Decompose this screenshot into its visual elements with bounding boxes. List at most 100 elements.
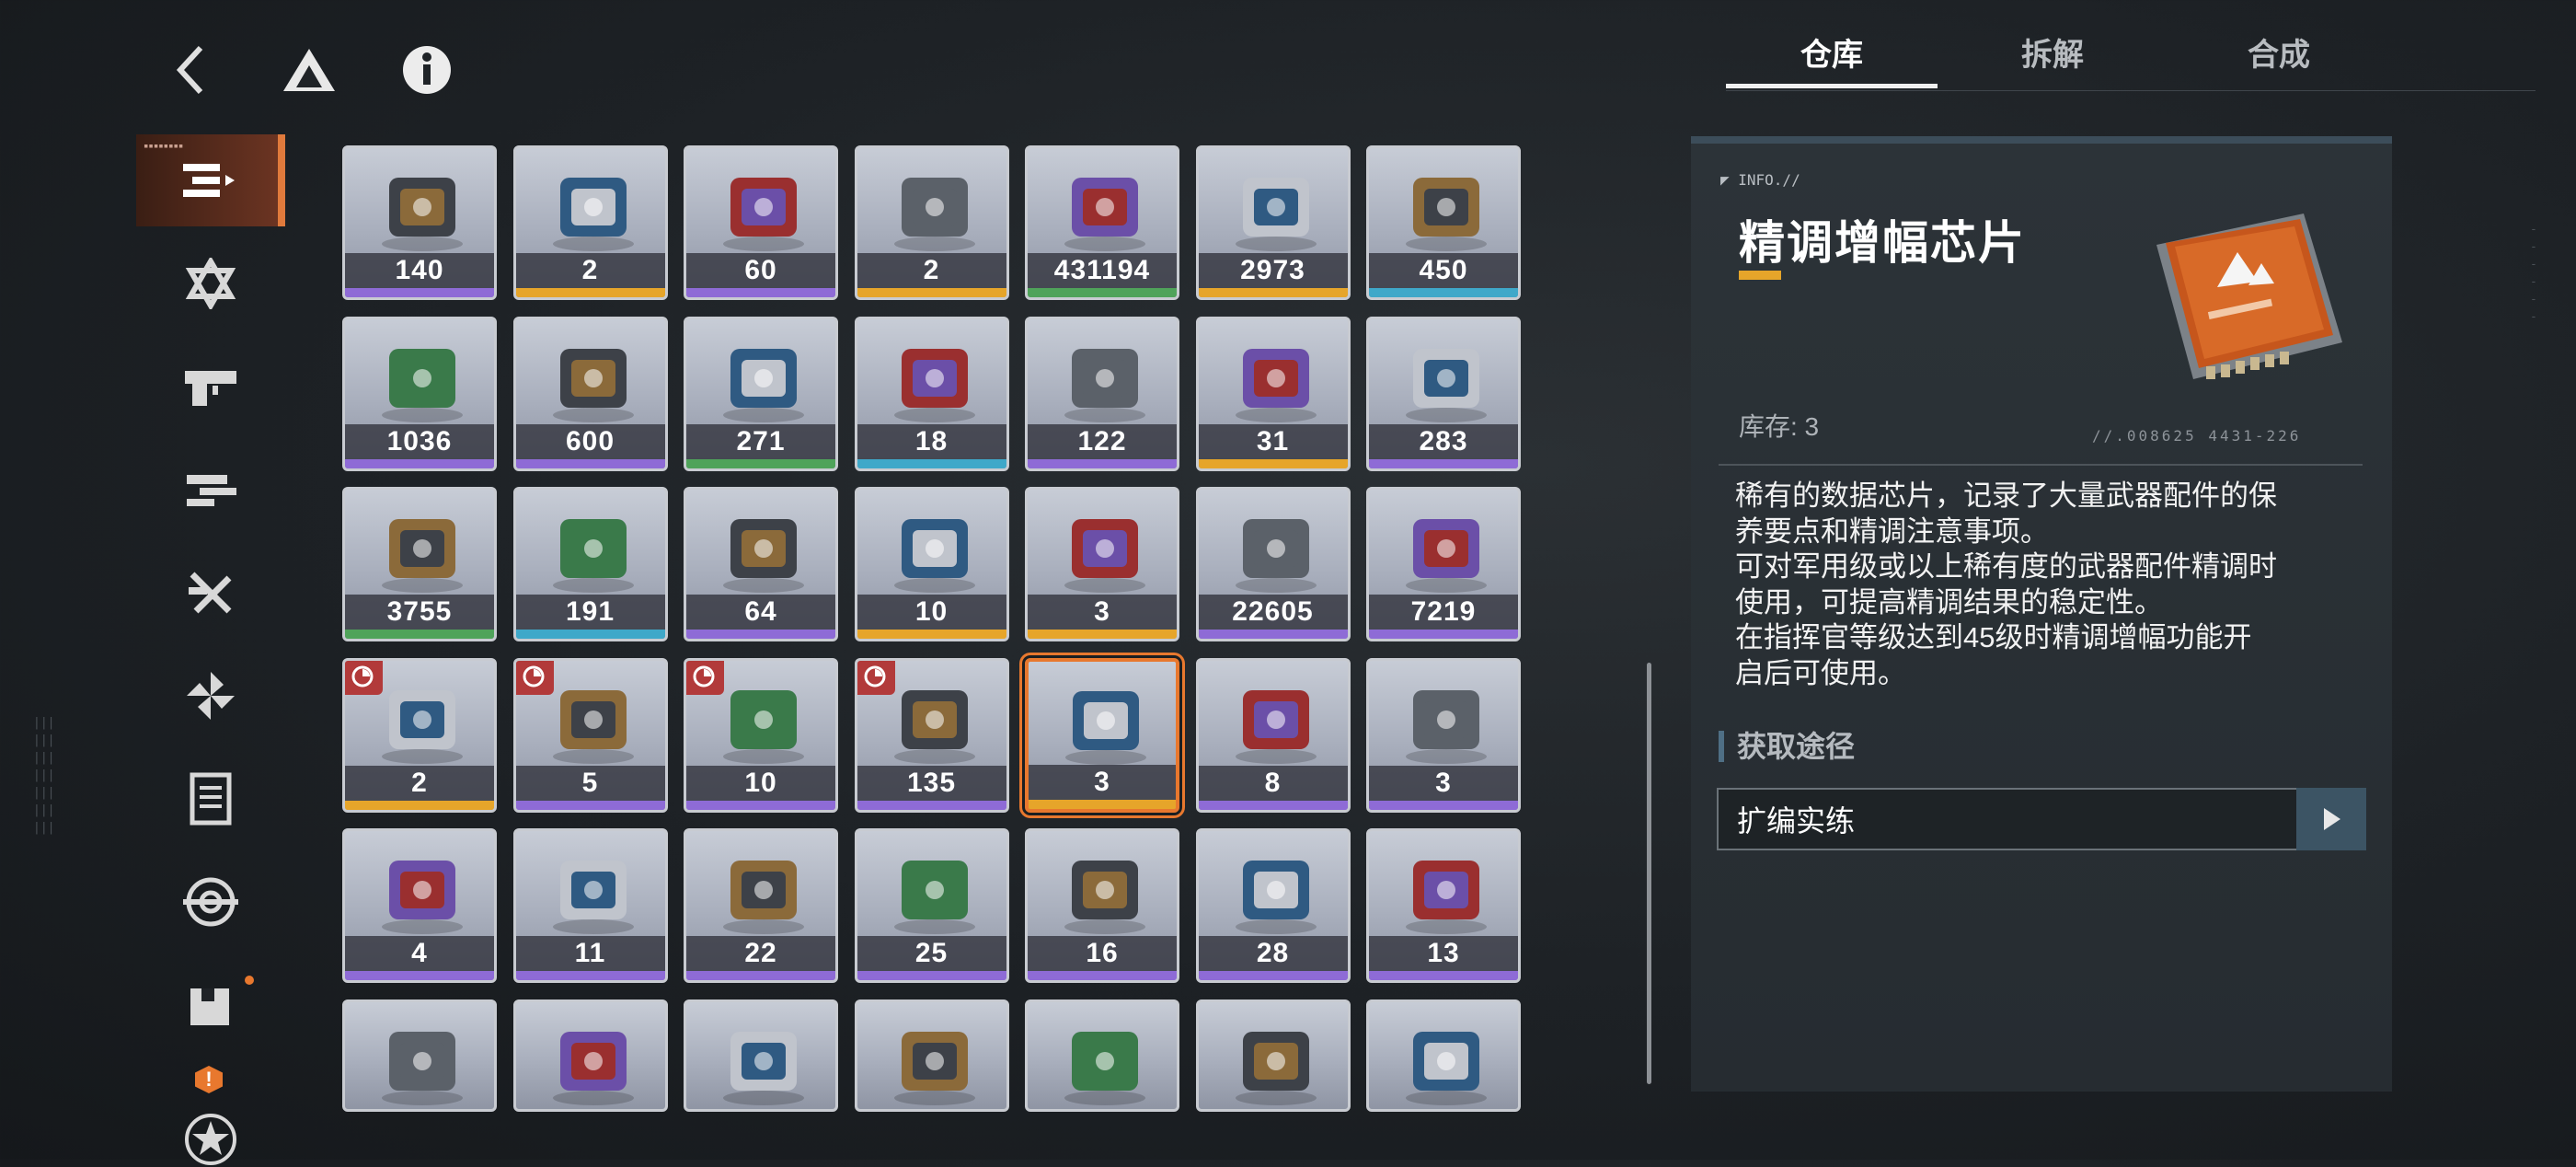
inventory-item[interactable]: 4 (342, 828, 497, 983)
item-count: 10 (686, 765, 835, 801)
inventory-item[interactable]: 64 (684, 487, 838, 641)
rarity-stripe (515, 971, 665, 980)
inventory-item[interactable]: 3755 (342, 487, 497, 641)
sidebar-item-target[interactable] (136, 856, 285, 948)
inventory-item[interactable] (1195, 999, 1351, 1112)
inventory-item[interactable]: 2 (512, 145, 668, 300)
inventory-item[interactable]: 16 (1025, 828, 1179, 983)
inventory-item[interactable]: 11 (512, 828, 668, 983)
rarity-stripe (857, 971, 1006, 980)
gold-token-icon (1393, 165, 1500, 253)
inventory-item[interactable]: 2973 (1195, 145, 1351, 300)
inventory-item[interactable]: 8 (1195, 657, 1351, 813)
gold-lion-icon (1223, 848, 1329, 936)
knife-icon (540, 848, 647, 936)
info-button[interactable] (394, 37, 460, 103)
sidebar-item-weapons[interactable] (136, 341, 285, 433)
sidebar-item-collection[interactable] (136, 650, 285, 742)
inventory-item[interactable]: 140 (342, 145, 497, 300)
item-name: 精调增幅芯片 (1739, 217, 2026, 269)
sidebar-item-tools[interactable] (136, 547, 285, 639)
sidebar-item-special[interactable]: ! (136, 1066, 285, 1165)
ring-device-icon (369, 336, 476, 424)
source-entry-button[interactable]: 扩编实练 (1717, 788, 2366, 850)
item-count: 271 (686, 423, 835, 459)
item-count: 135 (857, 765, 1006, 801)
sidebar-item-parts[interactable] (136, 444, 285, 536)
tab-warehouse[interactable]: 仓库 (1726, 28, 1938, 88)
sidebar-item-documents[interactable] (136, 753, 285, 845)
inventory-item[interactable]: 122 (1025, 316, 1179, 471)
inventory-item[interactable]: 600 (512, 316, 668, 471)
inventory-item[interactable] (684, 999, 838, 1112)
inventory-item[interactable]: 191 (512, 487, 668, 641)
tab-dismantle[interactable]: 拆解 (1947, 28, 2158, 83)
inventory-item[interactable]: 2 (854, 145, 1009, 300)
inventory-item[interactable]: 3 (1366, 657, 1521, 813)
item-count: 3755 (345, 595, 494, 630)
sidebar-item-stars[interactable] (136, 237, 285, 329)
inventory-item[interactable]: 271 (684, 316, 838, 471)
tab-divider (1726, 90, 2536, 91)
document-icon (190, 772, 232, 826)
sidebar-item-box[interactable] (136, 959, 285, 1051)
photo-icon (710, 1019, 817, 1107)
inventory-item[interactable]: 3 (1025, 657, 1179, 813)
inventory-item[interactable]: 10 (854, 487, 1009, 641)
go-arrow-button[interactable] (2296, 788, 2366, 850)
badge-disc-icon (540, 677, 647, 766)
notification-dot (245, 976, 254, 985)
inventory-item[interactable]: 18 (854, 316, 1009, 471)
inventory-item[interactable]: 450 (1366, 145, 1521, 300)
item-count: 2 (857, 253, 1006, 288)
inventory-item[interactable] (342, 999, 497, 1112)
inventory-item[interactable]: 3 (1025, 487, 1179, 641)
rarity-stripe (1198, 971, 1348, 980)
disc-device-icon (540, 336, 647, 424)
glass-sphere-icon (881, 677, 988, 766)
back-chevron-icon (176, 45, 203, 95)
inventory-item[interactable] (1025, 999, 1179, 1112)
back-button[interactable] (158, 37, 224, 103)
home-button[interactable] (276, 37, 342, 103)
item-count: 191 (515, 595, 665, 630)
inventory-item[interactable]: 22605 (1195, 487, 1351, 641)
inventory-item[interactable]: 283 (1366, 316, 1521, 471)
blue-capsule-icon (540, 506, 647, 595)
box-icon (190, 988, 229, 1025)
item-count: 8 (1198, 765, 1348, 801)
inventory-item[interactable] (1366, 999, 1521, 1112)
tab-bar: 仓库 拆解 合成 (1726, 28, 2536, 92)
inventory-item[interactable]: 10 (684, 657, 838, 813)
inventory-item[interactable] (512, 999, 668, 1112)
battery-icon (710, 165, 817, 253)
sidebar-item-all[interactable]: ▪▪▪▪▪▪▪▪ (136, 134, 285, 226)
battery-pack-icon (881, 848, 988, 936)
folder-icon (1393, 677, 1500, 766)
inventory-item[interactable]: 135 (854, 657, 1009, 813)
inventory-scrollbar[interactable] (1647, 663, 1651, 1084)
inventory-item[interactable]: 7219 (1366, 487, 1521, 641)
inventory-item[interactable]: 25 (854, 828, 1009, 983)
item-count: 2973 (1198, 253, 1348, 288)
inventory-item[interactable]: 1036 (342, 316, 497, 471)
inventory-item[interactable]: 28 (1195, 828, 1351, 983)
powder-icon (369, 165, 476, 253)
cat-headphones-icon (1052, 1019, 1158, 1107)
tab-synthesize[interactable]: 合成 (2173, 28, 2385, 83)
target-icon (183, 877, 238, 927)
inventory-item[interactable]: 431194 (1025, 145, 1179, 300)
rarity-stripe (1369, 630, 1518, 639)
inventory-item[interactable] (854, 999, 1009, 1112)
item-count: 28 (1198, 936, 1348, 971)
item-count: 140 (345, 253, 494, 288)
inventory-item[interactable]: 60 (684, 145, 838, 300)
inventory-item[interactable]: 31 (1195, 316, 1351, 471)
inventory-item[interactable]: 2 (342, 657, 497, 813)
inventory-item[interactable]: 13 (1366, 828, 1521, 983)
chip-illustration (2156, 214, 2342, 379)
inventory-item[interactable]: 22 (684, 828, 838, 983)
inventory-item[interactable]: 5 (512, 657, 668, 813)
vial-case-icon (881, 165, 988, 253)
serial-code: //.008625 4431-226 (2092, 427, 2302, 445)
